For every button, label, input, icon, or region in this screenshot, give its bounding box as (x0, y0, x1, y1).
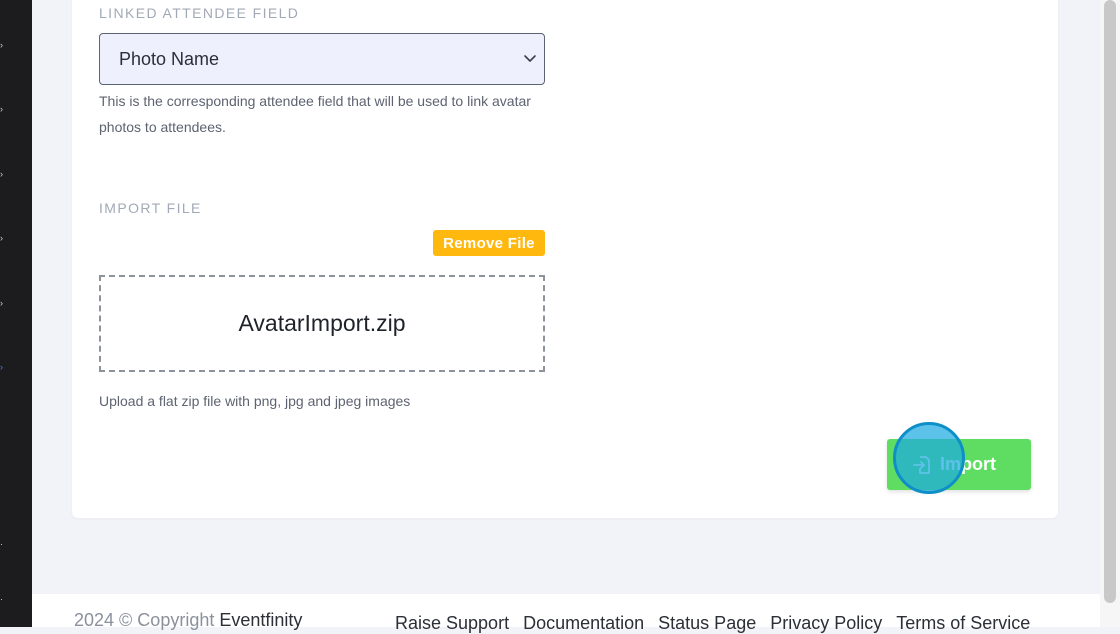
file-import-icon (913, 455, 930, 474)
import-button-label: Import (940, 454, 996, 474)
footer-links: Raise Support Documentation Status Page … (395, 613, 1030, 634)
sidebar-nav-item-3[interactable]: › (0, 170, 5, 179)
sidebar-nav-item-active[interactable]: › (0, 363, 5, 372)
file-dropzone[interactable]: AvatarImport.zip (99, 275, 545, 372)
footer-brand-link[interactable]: Eventfinity (219, 610, 302, 630)
linked-attendee-field-select[interactable]: Photo Name (99, 33, 545, 85)
linked-field-help-line-2: photos to attendees. (99, 119, 226, 135)
sidebar: › › › › › › · · (0, 0, 32, 627)
footer: 2024 © Copyright Eventfinity Raise Suppo… (32, 594, 1100, 633)
import-file-help-text: Upload a flat zip file with png, jpg and… (99, 393, 411, 409)
import-file-label: IMPORT FILE (99, 200, 202, 216)
footer-link-privacy-policy[interactable]: Privacy Policy (770, 613, 882, 634)
chevron-down-icon (524, 55, 536, 62)
linked-attendee-field-value: Photo Name (119, 48, 220, 69)
uploaded-filename: AvatarImport.zip (238, 310, 406, 336)
footer-link-documentation[interactable]: Documentation (523, 613, 644, 634)
copyright-text: 2024 © Copyright (74, 610, 215, 630)
sidebar-nav-item-2[interactable]: › (0, 105, 5, 114)
footer-link-raise-support[interactable]: Raise Support (395, 613, 509, 634)
sidebar-nav-more[interactable]: · (0, 540, 5, 549)
sidebar-nav-item-4[interactable]: › (0, 234, 5, 243)
import-button[interactable]: Import (887, 439, 1031, 490)
linked-attendee-field-label: LINKED ATTENDEE FIELD (99, 5, 300, 21)
footer-link-terms-of-service[interactable]: Terms of Service (896, 613, 1030, 634)
sidebar-nav-item-1[interactable]: › (0, 41, 5, 50)
remove-file-button[interactable]: Remove File (433, 230, 545, 256)
footer-copyright: 2024 © Copyright Eventfinity (74, 610, 302, 631)
sidebar-nav-item-bottom[interactable]: · (0, 595, 5, 604)
sidebar-nav-item-5[interactable]: › (0, 299, 5, 308)
footer-link-status-page[interactable]: Status Page (658, 613, 756, 634)
linked-field-help-line-1: This is the corresponding attendee field… (99, 93, 531, 109)
scrollbar-thumb[interactable] (1104, 0, 1116, 603)
linked-field-help-text: This is the corresponding attendee field… (99, 88, 531, 140)
page-scrollbar[interactable] (1100, 0, 1120, 627)
